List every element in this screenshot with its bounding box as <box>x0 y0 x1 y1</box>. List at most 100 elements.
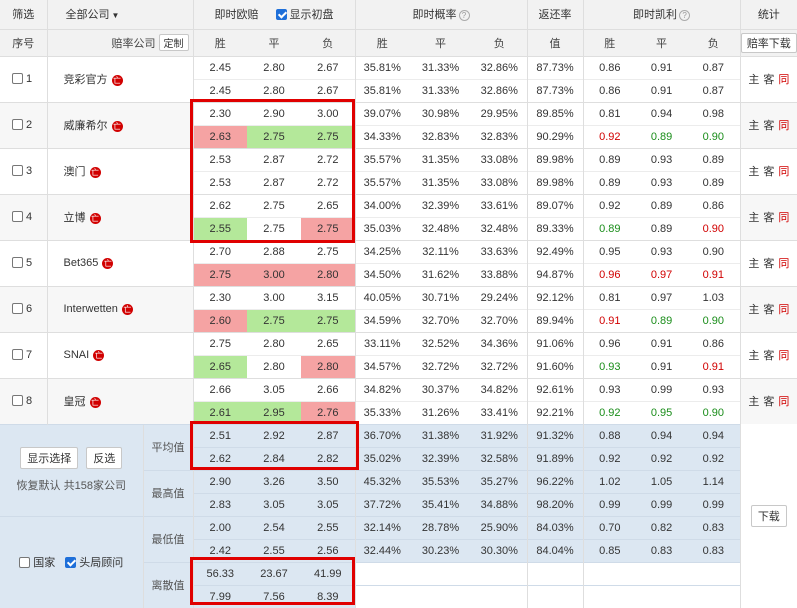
odds-value: 3.00 <box>247 262 302 286</box>
odds-win-header: 胜 <box>192 29 248 57</box>
kelly-value: 0.97 <box>636 285 688 309</box>
prob-value: 39.07% <box>354 101 410 125</box>
prob-value: 33.63% <box>472 239 528 263</box>
odds-value: 2.63 <box>192 124 248 148</box>
stat-kelly-value <box>636 561 688 585</box>
row-select[interactable]: 4 <box>0 193 47 240</box>
company-name-cell[interactable]: 立博亡 <box>46 193 194 240</box>
company-name[interactable]: Bet365 <box>64 257 99 269</box>
home-link[interactable]: 主 <box>748 212 759 224</box>
home-link[interactable]: 主 <box>748 258 759 270</box>
home-link[interactable]: 主 <box>748 74 759 86</box>
top-tier-checkbox[interactable]: 头局顾问 <box>65 557 123 569</box>
row-select[interactable]: 8 <box>0 377 47 424</box>
download-button[interactable]: 下载 <box>750 505 787 527</box>
stat-prob-value: 35.02% <box>354 446 410 470</box>
stat-kelly-value: 1.14 <box>687 469 741 493</box>
stats-header: 统计 <box>739 0 797 30</box>
invert-button[interactable]: 反选 <box>86 447 123 469</box>
row-select[interactable]: 2 <box>0 101 47 148</box>
odds-value: 2.90 <box>247 101 302 125</box>
company-name[interactable]: Interwetten <box>64 303 118 315</box>
row-checkbox[interactable] <box>12 165 23 176</box>
prob-value: 32.39% <box>409 193 473 217</box>
same-link[interactable]: 同 <box>778 212 789 224</box>
company-name[interactable]: 竞彩官方 <box>64 74 108 86</box>
away-link[interactable]: 客 <box>763 304 774 316</box>
help-icon[interactable]: ? <box>458 10 470 22</box>
help-icon[interactable]: ? <box>679 10 691 22</box>
prob-lose-header: 负 <box>472 29 528 57</box>
kelly-value: 0.91 <box>687 354 741 378</box>
return-value: 92.49% <box>526 239 584 263</box>
row-checkbox[interactable] <box>12 73 23 84</box>
row-select[interactable]: 7 <box>0 331 47 378</box>
row-select[interactable]: 5 <box>0 239 47 286</box>
kelly-value: 0.91 <box>582 308 637 332</box>
same-link[interactable]: 同 <box>778 304 789 316</box>
company-name-cell[interactable]: 威廉希尔亡 <box>46 101 194 148</box>
show-initial-checkbox[interactable]: 显示初盘 <box>275 9 334 21</box>
national-checkbox[interactable]: 国家 <box>19 557 55 569</box>
home-link[interactable]: 主 <box>748 166 759 178</box>
return-rate-header: 返还率 <box>526 0 584 30</box>
kelly-value: 0.90 <box>687 216 741 240</box>
stat-odds-value: 3.05 <box>247 492 302 516</box>
kelly-value: 0.93 <box>582 354 637 378</box>
row-checkbox[interactable] <box>12 349 23 360</box>
company-name[interactable]: 威廉希尔 <box>64 120 108 132</box>
stat-kelly-value: 0.99 <box>636 492 688 516</box>
customize-button[interactable]: 定制 <box>158 34 189 51</box>
away-link[interactable]: 客 <box>763 120 774 132</box>
restore-default-link[interactable]: 恢复默认 共158家公司 <box>0 477 143 493</box>
company-name-cell[interactable]: 皇冠亡 <box>46 377 194 424</box>
row-checkbox[interactable] <box>12 211 23 222</box>
away-link[interactable]: 客 <box>763 74 774 86</box>
row-select[interactable]: 6 <box>0 285 47 332</box>
company-name[interactable]: 澳门 <box>64 166 86 178</box>
odds-value: 3.15 <box>301 285 356 309</box>
prob-value: 35.81% <box>354 78 410 102</box>
company-name-cell[interactable]: SNAI 亡 <box>46 331 194 378</box>
company-name-cell[interactable]: 澳门亡 <box>46 147 194 194</box>
away-link[interactable]: 客 <box>763 350 774 362</box>
away-link[interactable]: 客 <box>763 212 774 224</box>
kelly-value: 0.89 <box>582 147 637 171</box>
company-filter-dropdown[interactable]: 全部公司 ▼ <box>46 0 194 30</box>
company-name-cell[interactable]: 竞彩官方亡 <box>46 55 194 102</box>
row-checkbox[interactable] <box>12 303 23 314</box>
show-selected-button[interactable]: 显示选择 <box>20 447 79 469</box>
row-checkbox[interactable] <box>12 119 23 130</box>
row-checkbox[interactable] <box>12 395 23 406</box>
company-name[interactable]: SNAI <box>64 349 90 361</box>
same-link[interactable]: 同 <box>778 166 789 178</box>
company-row: 8 皇冠亡 2.66 3.05 2.66 34.82% 30.37% 34.82% 92.61%… <box>0 377 797 424</box>
same-link[interactable]: 同 <box>778 396 789 408</box>
row-checkbox[interactable] <box>12 257 23 268</box>
download-odds-button[interactable]: 赔率下载 <box>741 32 797 53</box>
company-name-cell[interactable]: Interwetten 亡 <box>46 285 194 332</box>
prob-value: 32.11% <box>409 239 473 263</box>
row-select[interactable]: 3 <box>0 147 47 194</box>
same-link[interactable]: 同 <box>778 120 789 132</box>
home-link[interactable]: 主 <box>748 396 759 408</box>
row-actions: 主客同 <box>739 55 797 102</box>
row-select[interactable]: 1 <box>0 55 47 102</box>
away-link[interactable]: 客 <box>763 166 774 178</box>
company-name[interactable]: 立博 <box>64 212 86 224</box>
home-link[interactable]: 主 <box>748 120 759 132</box>
prob-value: 31.62% <box>409 262 473 286</box>
company-name-cell[interactable]: Bet365 亡 <box>46 239 194 286</box>
home-link[interactable]: 主 <box>748 350 759 362</box>
prob-value: 34.57% <box>354 354 410 378</box>
odds-value: 2.75 <box>247 193 302 217</box>
stat-odds-value: 2.55 <box>247 538 302 562</box>
same-link[interactable]: 同 <box>778 74 789 86</box>
company-name[interactable]: 皇冠 <box>64 396 86 408</box>
odds-value: 3.05 <box>247 377 302 401</box>
same-link[interactable]: 同 <box>778 350 789 362</box>
away-link[interactable]: 客 <box>763 258 774 270</box>
home-link[interactable]: 主 <box>748 304 759 316</box>
same-link[interactable]: 同 <box>778 258 789 270</box>
away-link[interactable]: 客 <box>763 396 774 408</box>
